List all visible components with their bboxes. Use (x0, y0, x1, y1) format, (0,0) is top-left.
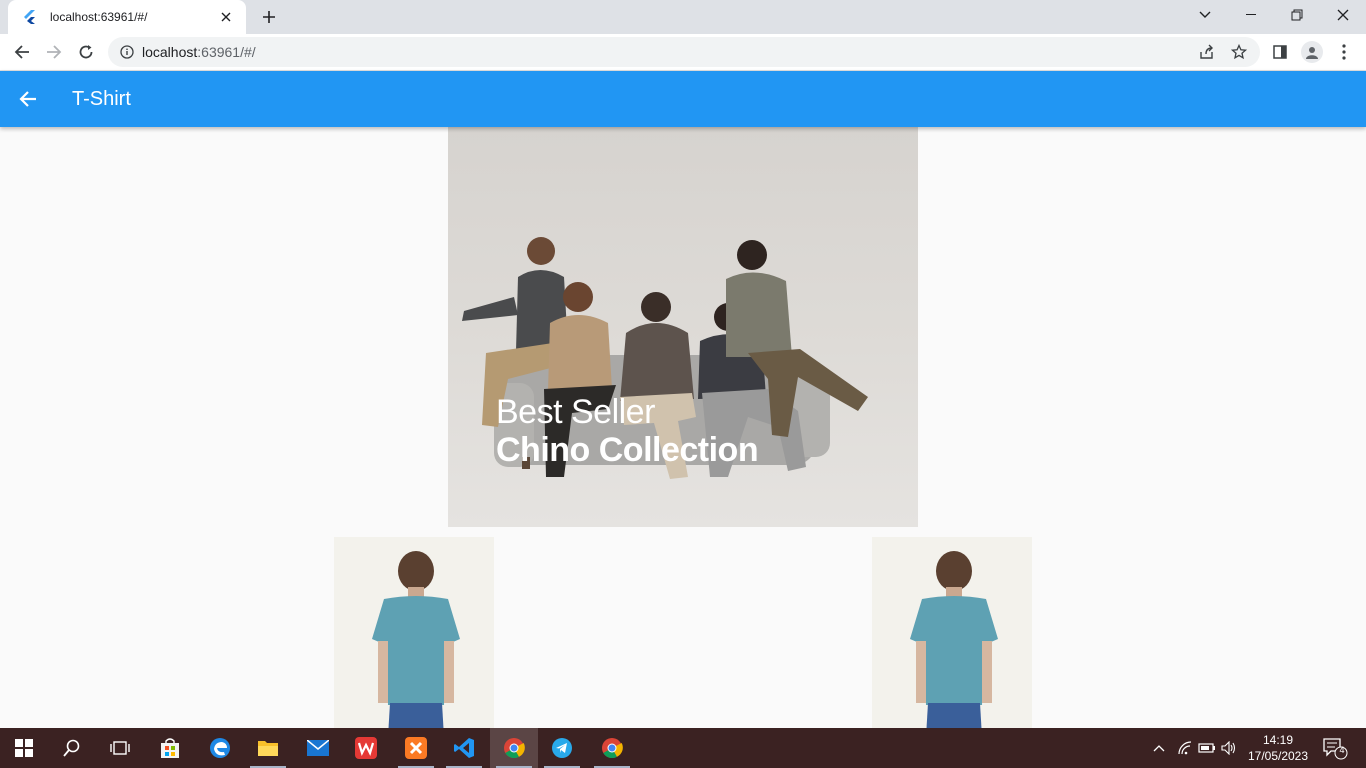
system-clock[interactable]: 14:19 17/05/2023 (1244, 732, 1312, 764)
browser-tab[interactable]: localhost:63961/#/ (8, 0, 246, 34)
forward-arrow-icon[interactable] (40, 38, 68, 66)
vscode-icon[interactable] (440, 728, 488, 768)
tab-close-icon[interactable] (216, 7, 236, 27)
info-icon[interactable] (120, 45, 134, 59)
clock-date: 17/05/2023 (1247, 749, 1309, 763)
browser-toolbar: localhost:63961/#/ (0, 34, 1366, 71)
profile-avatar[interactable] (1298, 38, 1326, 66)
volume-icon[interactable] (1218, 728, 1240, 768)
mail-icon[interactable] (294, 728, 342, 768)
chrome-icon[interactable] (588, 728, 636, 768)
banner-line-1: Best Seller (496, 393, 655, 431)
product-card-right[interactable] (872, 537, 1032, 728)
task-view-icon[interactable] (96, 728, 144, 768)
wps-office-icon[interactable] (342, 728, 390, 768)
page-title: T-Shirt (72, 88, 131, 110)
browser-tab-strip: localhost:63961/#/ (0, 0, 1366, 34)
store-icon[interactable] (146, 728, 194, 768)
address-bar[interactable]: localhost:63961/#/ (108, 37, 1260, 67)
product-card-left[interactable] (334, 537, 494, 728)
new-tab-button[interactable] (258, 6, 280, 28)
url-text: localhost:63961/#/ (142, 44, 256, 60)
bookmark-star-icon[interactable] (1224, 37, 1254, 67)
back-arrow-icon[interactable] (14, 85, 42, 113)
close-window-button[interactable] (1320, 0, 1366, 30)
flutter-icon (24, 10, 35, 24)
tshirt-image (372, 551, 460, 728)
chrome-icon[interactable] (490, 728, 538, 768)
windows-taskbar: 14:19 17/05/2023 4 (0, 728, 1366, 768)
back-arrow-icon[interactable] (8, 38, 36, 66)
banner-line-2: Chino Collection (496, 431, 759, 469)
chevron-up-icon[interactable] (1148, 728, 1170, 768)
clock-time: 14:19 (1262, 733, 1294, 747)
tab-title: localhost:63961/#/ (50, 10, 148, 24)
share-icon[interactable] (1192, 37, 1222, 67)
windows-start-icon[interactable] (0, 728, 48, 768)
tab-search-icon[interactable] (1182, 0, 1228, 30)
browser-menu-icon[interactable] (1330, 38, 1358, 66)
side-panel-icon[interactable] (1266, 38, 1294, 66)
tshirt-image (910, 551, 998, 728)
network-icon[interactable] (1174, 728, 1196, 768)
app-bar: T-Shirt (0, 71, 1366, 127)
restore-button[interactable] (1274, 0, 1320, 30)
best-seller-banner[interactable]: Best Seller Chino Collection (448, 127, 918, 527)
main-content: Best Seller Chino Collection (0, 127, 1366, 728)
xampp-icon[interactable] (392, 728, 440, 768)
telegram-icon[interactable] (538, 728, 586, 768)
battery-icon[interactable] (1196, 728, 1218, 768)
edge-icon[interactable] (196, 728, 244, 768)
search-icon[interactable] (48, 728, 96, 768)
minimize-button[interactable] (1228, 0, 1274, 30)
notification-center-icon[interactable]: 4 (1320, 728, 1350, 768)
file-explorer-icon[interactable] (244, 728, 292, 768)
notification-count-badge: 4 (1339, 745, 1345, 755)
reload-icon[interactable] (72, 38, 100, 66)
